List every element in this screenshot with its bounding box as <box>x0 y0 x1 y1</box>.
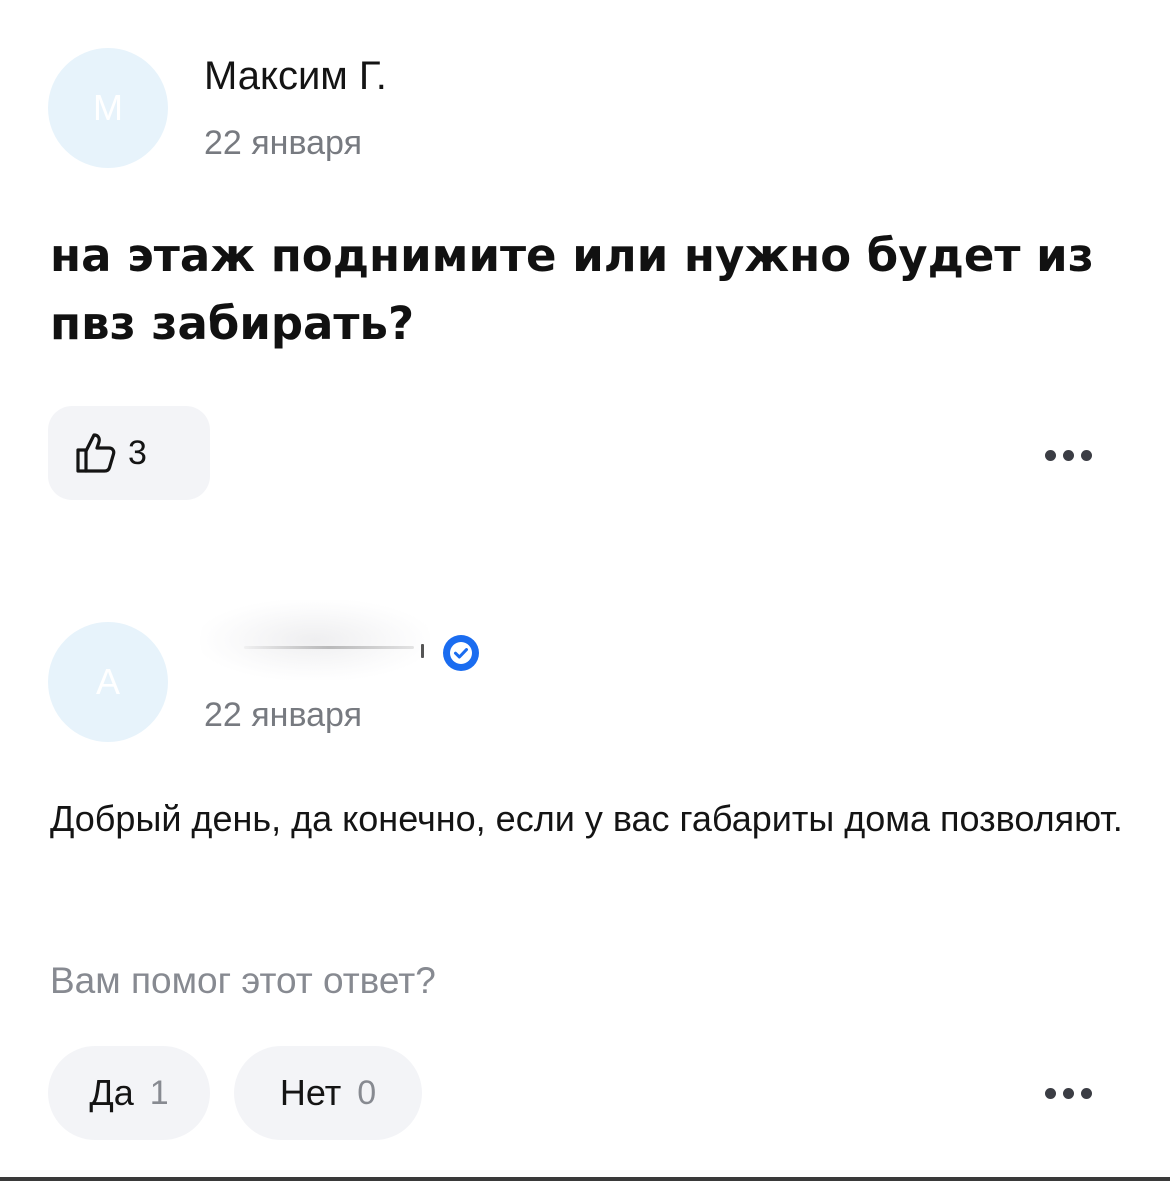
more-dots-icon <box>1045 450 1056 461</box>
answer-text: Добрый день, да конечно, если у вас габа… <box>50 798 1123 839</box>
avatar-letter: А <box>95 661 120 702</box>
hidden-seller-name <box>200 600 430 680</box>
avatar-letter: М <box>93 87 123 128</box>
helpful-question: Вам помог этот ответ? <box>50 960 436 1001</box>
thumbs-up-icon <box>76 433 116 473</box>
author-avatar[interactable]: М <box>48 48 168 168</box>
question-text: на этаж поднимите или нужно будет из пвз… <box>50 229 1094 350</box>
bottom-divider <box>0 1177 1170 1181</box>
answer-date: 22 января <box>204 696 362 734</box>
verified-check-icon <box>443 635 479 671</box>
vote-no-count: 0 <box>357 1073 377 1112</box>
post-date: 22 января <box>204 124 362 162</box>
more-dots-icon <box>1045 1088 1056 1099</box>
vote-yes-label: Да <box>89 1072 134 1113</box>
like-count: 3 <box>128 433 147 472</box>
answer-more-button[interactable] <box>1039 1082 1098 1105</box>
vote-yes-count: 1 <box>149 1073 169 1112</box>
like-button[interactable]: 3 <box>48 406 210 500</box>
question-more-button[interactable] <box>1039 444 1098 467</box>
seller-avatar[interactable]: А <box>48 622 168 742</box>
vote-no-label: Нет <box>279 1072 342 1113</box>
author-name[interactable]: Максим Г. <box>204 56 387 96</box>
vote-no-button[interactable]: Нет 0 <box>234 1046 422 1140</box>
vote-yes-button[interactable]: Да 1 <box>48 1046 210 1140</box>
